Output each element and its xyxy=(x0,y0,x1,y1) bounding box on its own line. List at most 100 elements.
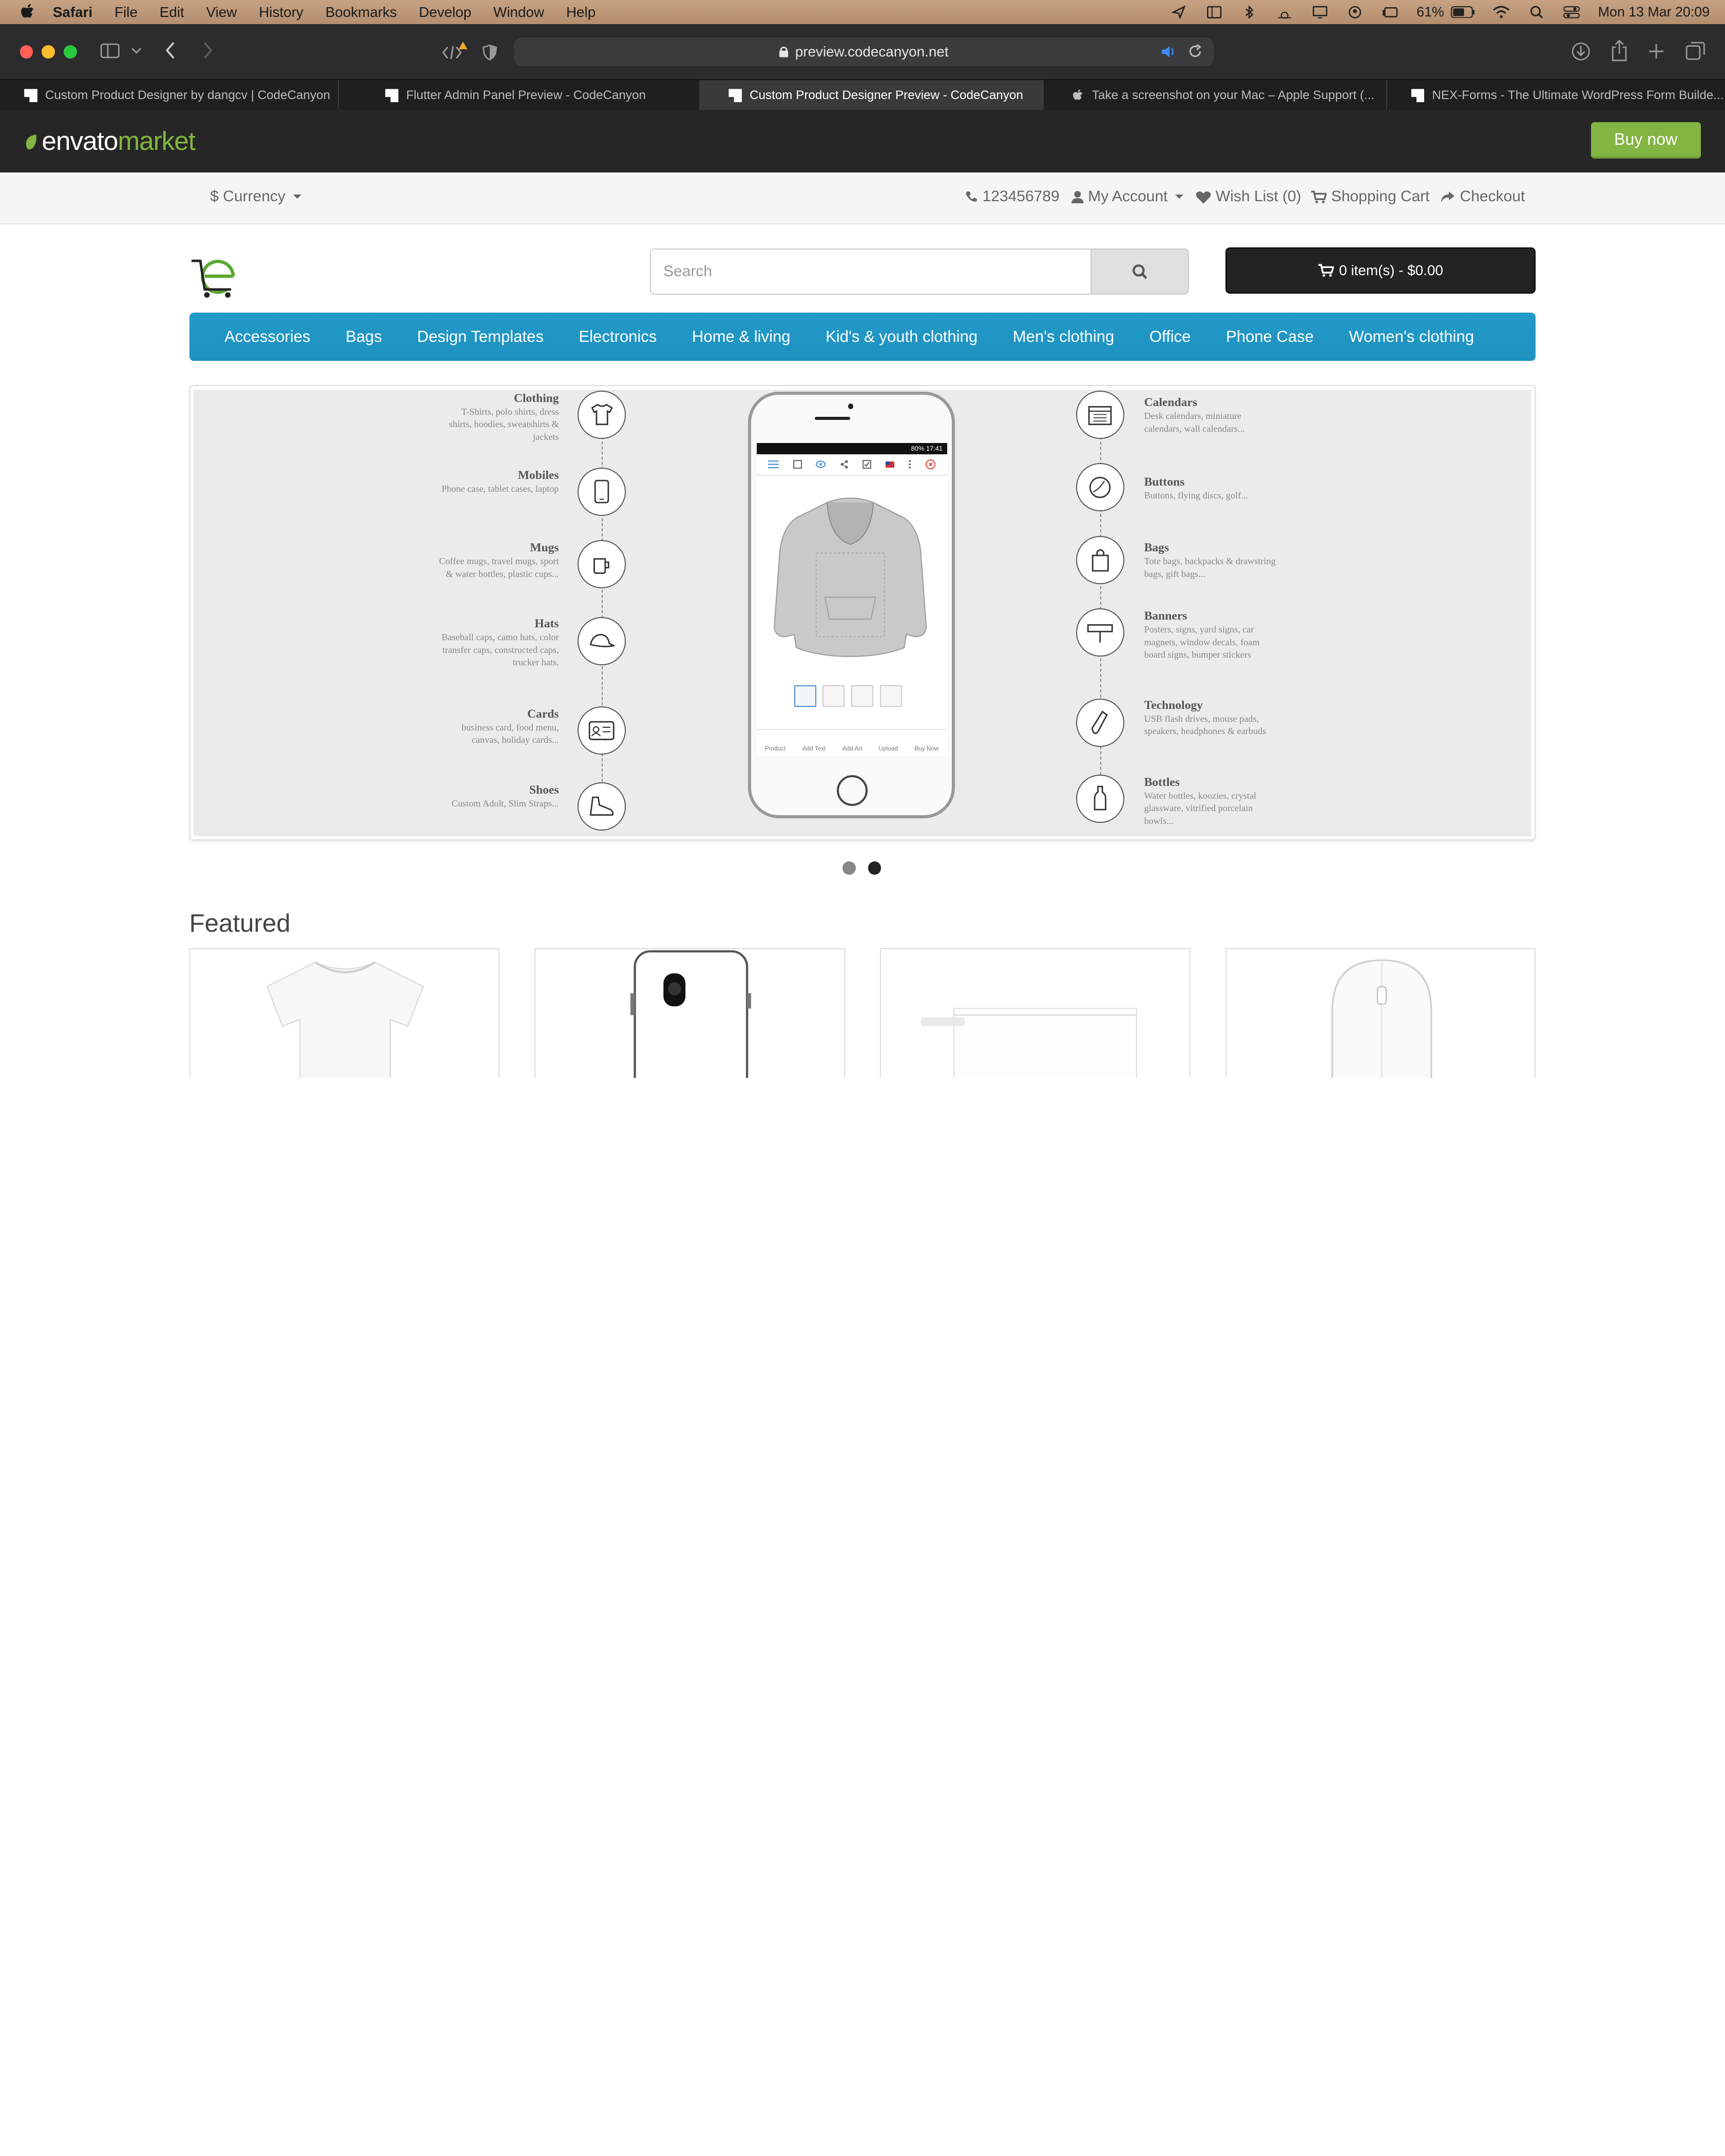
checkout-link[interactable]: Checkout xyxy=(1440,188,1525,205)
toolbar-product[interactable]: Product xyxy=(765,745,786,752)
nav-kids-youth-clothing[interactable]: Kid's & youth clothing xyxy=(826,328,977,346)
menu-app-name[interactable]: Safari xyxy=(53,4,92,21)
minimize-window-button[interactable] xyxy=(42,45,55,59)
store-logo[interactable] xyxy=(191,252,240,298)
save-icon xyxy=(793,460,802,469)
slider-dot-1[interactable] xyxy=(842,861,856,875)
search-button[interactable] xyxy=(1090,248,1190,295)
menu-history[interactable]: History xyxy=(259,4,303,21)
toolbar-buy-now[interactable]: Buy Now xyxy=(914,745,938,752)
wifi-icon[interactable] xyxy=(1492,6,1510,19)
nav-mens-clothing[interactable]: Men's clothing xyxy=(1013,328,1115,346)
menu-help[interactable]: Help xyxy=(566,4,596,21)
envato-market-logo[interactable]: envatomarket xyxy=(24,125,196,156)
currency-dropdown[interactable]: $ Currency xyxy=(210,188,301,205)
user-icon xyxy=(1071,190,1084,204)
spotlight-search-icon[interactable] xyxy=(1528,6,1545,19)
tab-nex-forms[interactable]: NEX-Forms - The Ultimate WordPress Form … xyxy=(1387,80,1725,111)
tab-apple-support[interactable]: Take a screenshot on your Mac – Apple Su… xyxy=(1044,80,1387,111)
my-account-label: My Account xyxy=(1088,188,1168,205)
banner-category-bottles: Bottles Water bottles, koozies, crystal g… xyxy=(1144,775,1256,826)
share-icon[interactable] xyxy=(1611,40,1628,62)
menu-develop[interactable]: Develop xyxy=(419,4,471,21)
tab-custom-product-designer[interactable]: Custom Product Designer by dangcv | Code… xyxy=(0,80,339,111)
address-bar[interactable]: preview.codecanyon.net xyxy=(513,37,1214,66)
buy-now-button[interactable]: Buy now xyxy=(1590,122,1701,159)
location-icon[interactable] xyxy=(1170,5,1187,19)
mouse-product-image xyxy=(1331,959,1432,1078)
bag-icon xyxy=(1076,535,1124,584)
nav-bags[interactable]: Bags xyxy=(346,328,382,346)
thumbnail-right[interactable] xyxy=(879,685,902,707)
nav-electronics[interactable]: Electronics xyxy=(579,328,657,346)
product-card-mouse[interactable] xyxy=(1225,948,1536,1078)
product-card-phone-case[interactable] xyxy=(534,948,845,1078)
chevron-down-icon[interactable] xyxy=(131,47,142,54)
toolbar-add-art[interactable]: Add Art xyxy=(842,745,862,752)
cart-button[interactable]: 0 item(s) - $0.00 xyxy=(1225,247,1536,294)
thumbnail-back[interactable] xyxy=(822,685,845,707)
shopping-cart-link[interactable]: Shopping Cart xyxy=(1311,188,1430,205)
slider-dot-2[interactable] xyxy=(868,861,881,875)
nav-design-templates[interactable]: Design Templates xyxy=(417,328,544,346)
banner-category-calendars: Calendars Desk calendars, miniature calen… xyxy=(1144,396,1245,434)
bluetooth-icon[interactable] xyxy=(1240,5,1258,19)
menu-clock[interactable]: Mon 13 Mar 20:09 xyxy=(1598,4,1710,20)
menu-edit[interactable]: Edit xyxy=(160,4,184,21)
cap-icon xyxy=(578,617,626,666)
battery-percent: 61% xyxy=(1416,4,1444,20)
wish-list-link[interactable]: Wish List (0) xyxy=(1196,188,1301,205)
product-card-tshirt[interactable] xyxy=(189,948,500,1078)
product-card-pouch[interactable] xyxy=(880,948,1191,1078)
display-icon[interactable] xyxy=(1311,6,1329,19)
new-tab-icon[interactable] xyxy=(1648,43,1664,60)
user-icon[interactable] xyxy=(1346,6,1364,19)
pouch-product-image xyxy=(921,1008,1137,1078)
nav-home-living[interactable]: Home & living xyxy=(692,328,791,346)
downloads-icon[interactable] xyxy=(1571,42,1591,62)
privacy-shield-icon[interactable] xyxy=(482,44,497,61)
reload-icon[interactable] xyxy=(1188,44,1202,59)
close-window-button[interactable] xyxy=(20,45,33,59)
hoodie-product-preview xyxy=(774,497,927,657)
tab-flutter-admin-panel[interactable]: Flutter Admin Panel Preview - CodeCanyon xyxy=(339,80,700,111)
toolbar-upload[interactable]: Upload xyxy=(879,745,898,752)
eye-icon xyxy=(816,460,826,469)
apple-icon[interactable] xyxy=(20,3,35,21)
toolbar-add-text[interactable]: Add Text xyxy=(802,745,826,752)
caret-down-icon xyxy=(1175,195,1184,199)
phone-link[interactable]: 123456789 xyxy=(965,188,1060,205)
control-center-icon[interactable] xyxy=(1563,6,1580,19)
audio-playing-icon[interactable] xyxy=(1161,45,1176,59)
nav-office[interactable]: Office xyxy=(1149,328,1191,346)
forward-arrow-icon[interactable] xyxy=(202,42,213,59)
search-input[interactable]: Search xyxy=(650,248,1091,295)
thumbnail-front[interactable] xyxy=(794,685,816,707)
tshirt-icon xyxy=(578,390,626,439)
my-account-dropdown[interactable]: My Account xyxy=(1071,188,1184,205)
menu-bookmarks[interactable]: Bookmarks xyxy=(325,4,397,21)
stage-manager-icon[interactable] xyxy=(1382,6,1399,19)
tshirt-product-image xyxy=(266,961,425,1078)
developer-tools-icon[interactable] xyxy=(441,42,470,62)
tab-custom-product-designer-preview[interactable]: Custom Product Designer Preview - CodeCa… xyxy=(700,80,1044,111)
thumbnail-left[interactable] xyxy=(851,685,873,707)
lock-icon xyxy=(779,46,788,57)
nav-phone-case[interactable]: Phone Case xyxy=(1226,328,1314,346)
battery-icon[interactable] xyxy=(1450,6,1475,18)
zoom-window-button[interactable] xyxy=(64,45,77,59)
tab-overview-icon[interactable] xyxy=(1685,42,1705,61)
nav-accessories[interactable]: Accessories xyxy=(224,328,310,346)
back-arrow-icon[interactable] xyxy=(165,42,176,59)
phone-mockup: 80% 17:41 Product Add Text Add Art Uploa… xyxy=(748,391,955,819)
display-brightness-icon[interactable] xyxy=(1276,6,1293,19)
nav-womens-clothing[interactable]: Women's clothing xyxy=(1349,328,1474,346)
phone-home-button xyxy=(837,775,868,806)
screen-mirroring-icon[interactable] xyxy=(1205,6,1223,19)
menu-view[interactable]: View xyxy=(206,4,237,21)
app-toolbar xyxy=(756,454,947,476)
calendar-icon xyxy=(1076,390,1124,439)
menu-file[interactable]: File xyxy=(114,4,138,21)
menu-window[interactable]: Window xyxy=(493,4,544,21)
sidebar-toggle-icon[interactable] xyxy=(100,43,120,59)
